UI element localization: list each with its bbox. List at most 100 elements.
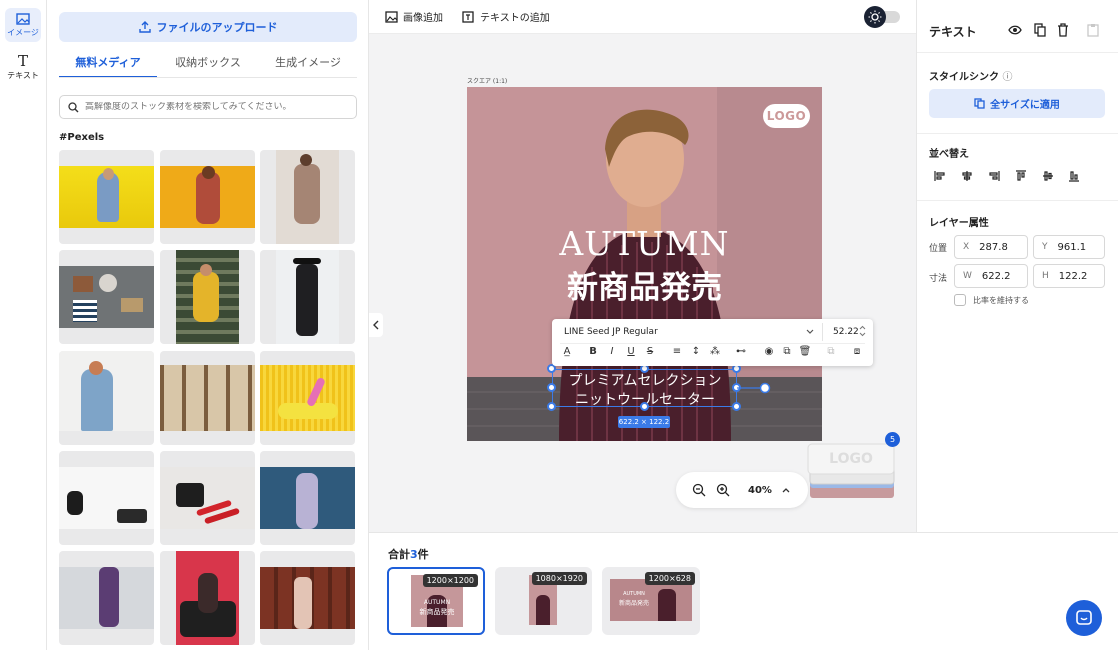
zoom-in-icon[interactable]	[716, 483, 730, 497]
dimension-badge: 622.2 × 122.2	[618, 416, 670, 428]
search-box[interactable]	[59, 95, 357, 119]
stock-image-thumb[interactable]	[260, 351, 355, 445]
rail-item-text[interactable]: T テキスト	[5, 50, 41, 84]
bold-icon[interactable]: B	[586, 346, 600, 360]
width-field[interactable]: W 622.2	[954, 264, 1028, 288]
chat-icon	[1076, 610, 1092, 625]
chevron-up-icon[interactable]	[782, 487, 790, 493]
apply-all-sizes-button[interactable]: 全サイズに適用	[929, 89, 1105, 118]
search-input[interactable]	[85, 102, 345, 112]
font-family-select[interactable]: LINE Seed JP Regular	[564, 327, 658, 337]
resize-handle[interactable]	[732, 402, 741, 411]
artboard-thumb-landscape[interactable]: AUTUMN 新商品発売 1200×628	[602, 567, 700, 635]
zoom-control: 40%	[676, 472, 808, 508]
stock-image-thumb[interactable]	[160, 551, 255, 645]
paste-icon[interactable]: ⧉	[824, 346, 838, 360]
rail-item-label: テキスト	[7, 70, 39, 80]
align-middle-icon[interactable]	[1042, 170, 1054, 182]
tab-free-media[interactable]: 無料メディア	[59, 54, 157, 78]
stock-image-thumb[interactable]	[59, 351, 154, 445]
link-icon[interactable]: ⊷	[734, 346, 748, 360]
total-count: 3	[410, 548, 418, 561]
canvas-topbar	[369, 0, 916, 34]
info-icon[interactable]: ⓘ	[1002, 72, 1012, 83]
line-spacing-icon[interactable]: ↕	[689, 346, 703, 360]
zoom-level[interactable]: 40%	[748, 485, 772, 496]
artboard-thumb-square[interactable]: AUTUMN 新商品発売 1200×1200	[387, 567, 485, 635]
position-label: 位置	[929, 244, 948, 254]
effects-icon[interactable]: ⁂	[708, 346, 722, 360]
duplicate-icon[interactable]	[1034, 23, 1046, 37]
rotate-handle[interactable]	[737, 382, 771, 394]
chevron-down-icon[interactable]	[806, 329, 814, 335]
add-image-button[interactable]: 画像追加	[385, 9, 443, 24]
search-icon	[68, 101, 79, 112]
stock-image-thumb[interactable]	[160, 150, 255, 244]
x-field[interactable]: X 287.8	[954, 235, 1028, 259]
thumb-headline: AUTUMN	[423, 599, 451, 606]
theme-toggle[interactable]	[864, 6, 900, 28]
align-left-icon[interactable]	[934, 170, 946, 182]
italic-icon[interactable]: I	[605, 346, 619, 360]
thumb-headline-jp: 新商品発売	[419, 608, 455, 616]
align-top-icon[interactable]	[1015, 170, 1027, 182]
duplicate-icon[interactable]: ⧉	[780, 346, 794, 360]
y-field[interactable]: Y 961.1	[1033, 235, 1105, 259]
total-prefix: 合計	[388, 548, 410, 561]
stock-image-thumb[interactable]	[160, 250, 255, 344]
chat-support-button[interactable]	[1066, 600, 1102, 636]
logo-placeholder[interactable]: LOGO	[763, 104, 810, 128]
add-text-label: テキストの追加	[480, 13, 550, 24]
stock-image-thumb[interactable]	[59, 551, 154, 645]
strikethrough-icon[interactable]: S	[643, 346, 657, 360]
resize-handle[interactable]	[547, 383, 556, 392]
stock-image-thumb[interactable]	[59, 250, 154, 344]
headline-text-jp[interactable]: 新商品発売	[467, 262, 822, 307]
stock-image-thumb[interactable]	[260, 250, 355, 344]
rail-item-image[interactable]: イメージ	[5, 8, 41, 42]
text-color-icon[interactable]: A̲	[560, 346, 574, 360]
layers-icon[interactable]: ⧈	[850, 346, 864, 360]
font-size-input[interactable]: 52.22	[833, 327, 859, 337]
collapse-panel-button[interactable]	[369, 313, 383, 337]
artboard-size-label: スクエア (1:1)	[467, 78, 508, 85]
zoom-out-icon[interactable]	[692, 483, 706, 497]
h-key: H	[1042, 271, 1049, 281]
stepper-icon[interactable]	[859, 325, 866, 337]
align-center-icon[interactable]: ≡	[670, 346, 684, 360]
paste-icon[interactable]	[1087, 23, 1099, 37]
stock-image-thumb[interactable]	[260, 150, 355, 244]
align-right-icon[interactable]	[988, 170, 1000, 182]
height-field[interactable]: H 122.2	[1033, 264, 1105, 288]
add-text-button[interactable]: テキストの追加	[462, 9, 550, 24]
stack-logo: LOGO	[829, 451, 873, 467]
divider	[917, 133, 1118, 134]
toolbar-divider	[822, 323, 823, 341]
visibility-icon[interactable]	[1008, 24, 1022, 36]
stock-image-thumb[interactable]	[160, 451, 255, 545]
artboard-thumb-portrait[interactable]: 1080×1920	[495, 567, 592, 635]
align-bottom-icon[interactable]	[1068, 170, 1080, 182]
visibility-icon[interactable]: ◉	[762, 346, 776, 360]
keep-ratio-checkbox[interactable]	[954, 294, 966, 306]
stock-image-thumb[interactable]	[59, 451, 154, 545]
thumb-headline-jp: 新商品発売	[618, 600, 649, 607]
stock-image-thumb[interactable]	[260, 451, 355, 545]
delete-icon[interactable]: 🗑	[798, 346, 812, 360]
panel-title: テキスト	[929, 25, 977, 39]
section-title: #Pexels	[59, 132, 105, 143]
align-center-h-icon[interactable]	[961, 170, 973, 182]
tab-storage[interactable]: 収納ボックス	[159, 54, 257, 78]
stock-image-thumb[interactable]	[160, 351, 255, 445]
resize-handle[interactable]	[640, 402, 649, 411]
h-value: 122.2	[1058, 270, 1088, 282]
artboard-stack-preview[interactable]: LOGO	[806, 440, 896, 502]
stock-image-thumb[interactable]	[260, 551, 355, 645]
tab-generated[interactable]: 生成イメージ	[259, 54, 357, 78]
underline-icon[interactable]: U	[624, 346, 638, 360]
headline-text[interactable]: AUTUMN	[467, 224, 822, 263]
resize-handle[interactable]	[547, 402, 556, 411]
stock-image-thumb[interactable]	[59, 150, 154, 244]
upload-button[interactable]: ファイルのアップロード	[59, 12, 357, 42]
delete-icon[interactable]	[1057, 23, 1069, 37]
